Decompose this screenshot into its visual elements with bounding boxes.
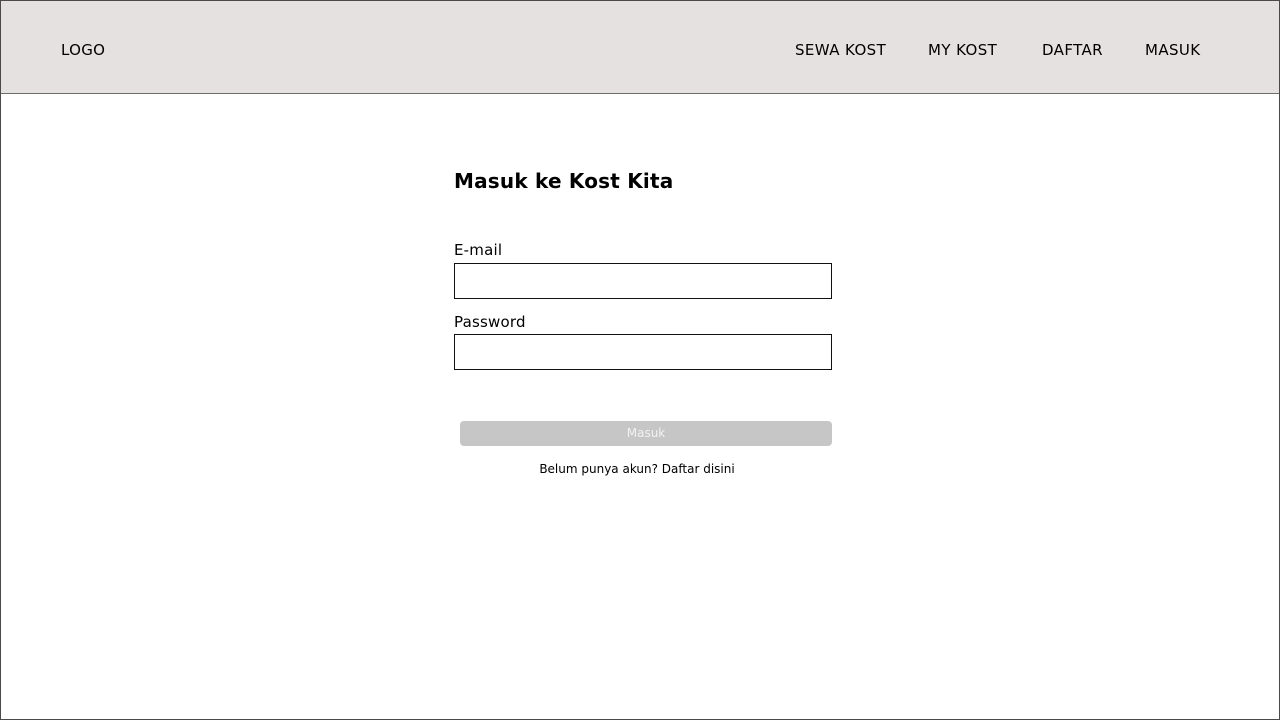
login-title: Masuk ke Kost Kita [454, 169, 674, 193]
nav-daftar[interactable]: DAFTAR [1042, 41, 1103, 59]
main-navigation: SEWA KOST MY KOST DAFTAR MASUK [1, 41, 1279, 59]
register-link[interactable]: Belum punya akun? Daftar disini [454, 462, 820, 477]
nav-my-kost[interactable]: MY KOST [928, 41, 997, 59]
page-frame: LOGO SEWA KOST MY KOST DAFTAR MASUK Masu… [0, 0, 1280, 720]
password-field[interactable] [454, 334, 832, 370]
top-navbar: LOGO SEWA KOST MY KOST DAFTAR MASUK [1, 1, 1279, 94]
login-button[interactable]: Masuk [460, 421, 832, 446]
nav-masuk[interactable]: MASUK [1145, 41, 1201, 59]
nav-sewa-kost[interactable]: SEWA KOST [795, 41, 886, 59]
password-label: Password [454, 313, 526, 331]
email-field[interactable] [454, 263, 832, 299]
email-label: E-mail [454, 241, 503, 259]
